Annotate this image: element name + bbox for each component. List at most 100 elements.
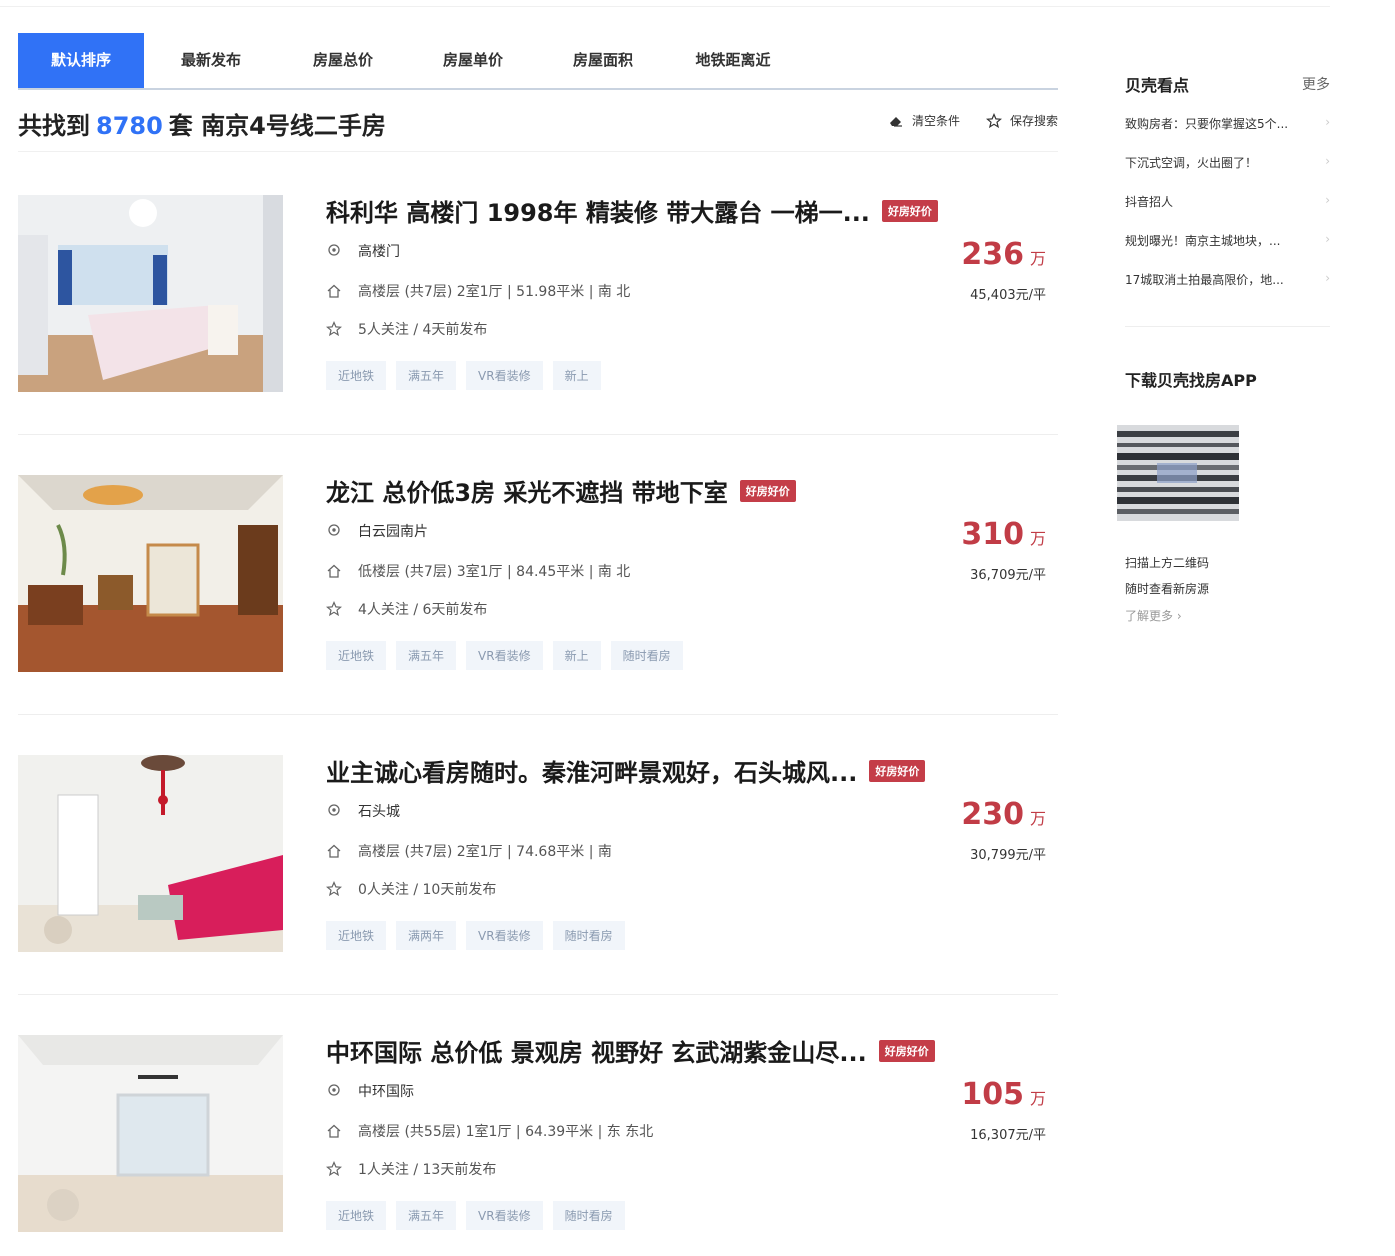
good-price-badge: 好房好价 xyxy=(881,199,938,222)
news-more-link[interactable]: 更多 xyxy=(1302,74,1330,94)
clear-filters-label: 清空条件 xyxy=(911,114,960,128)
listing-follow-info: 0人关注 / 10天前发布 xyxy=(326,879,496,899)
listing-title[interactable]: 龙江 总价低3房 采光不遮挡 带地下室 xyxy=(326,473,728,508)
result-prefix: 共找到 xyxy=(18,112,90,140)
listing-follow-info: 5人关注 / 4天前发布 xyxy=(326,319,487,339)
listing-tag: VR看装修 xyxy=(466,641,543,670)
star-icon xyxy=(326,321,342,337)
news-item[interactable]: 规划曝光！南京主城地块，... › xyxy=(1125,232,1330,249)
follow-info-text: 4人关注 / 6天前发布 xyxy=(358,602,488,618)
location-name[interactable]: 中环国际 xyxy=(358,1081,414,1101)
sidebar-divider xyxy=(1125,326,1330,327)
news-item-text: 17城取消土拍最高限价，地... xyxy=(1125,273,1284,287)
house-info-text: 高楼层 (共55层) 1室1厅 | 64.39平米 | 东 东北 xyxy=(358,1124,654,1140)
news-item[interactable]: 17城取消土拍最高限价，地... › xyxy=(1125,271,1330,288)
star-icon xyxy=(985,112,1002,128)
tab-newest[interactable]: 最新发布 xyxy=(144,33,278,88)
listing-tag: 新上 xyxy=(552,641,601,670)
listing-price: 236 万 45,403元/平 xyxy=(961,237,1046,303)
download-app-title: 下载贝壳找房APP xyxy=(1125,371,1257,390)
star-icon xyxy=(326,1161,342,1177)
location-name[interactable]: 石头城 xyxy=(358,801,400,821)
listing-title[interactable]: 中环国际 总价低 景观房 视野好 玄武湖紫金山尽... xyxy=(326,1033,867,1068)
follow-info-text: 1人关注 / 13天前发布 xyxy=(358,1162,497,1178)
unit-price: 45,403元/平 xyxy=(970,288,1046,303)
listing-tags: 近地铁 满两年 VR看装修 随时看房 xyxy=(326,921,625,950)
location-pin-icon xyxy=(328,524,340,536)
star-icon xyxy=(326,601,342,617)
listing-tag: VR看装修 xyxy=(466,361,543,390)
house-info-text: 高楼层 (共7层) 2室1厅 | 51.98平米 | 南 北 xyxy=(358,284,631,300)
listing-tag: 新上 xyxy=(552,361,601,390)
listing-photo[interactable] xyxy=(18,1035,283,1232)
listing-tag: VR看装修 xyxy=(466,1201,543,1230)
location-name[interactable]: 高楼门 xyxy=(358,241,400,261)
listing-tag: 随时看房 xyxy=(552,1201,625,1230)
total-price: 230 xyxy=(961,797,1024,832)
location-name[interactable]: 白云园南片 xyxy=(358,521,428,541)
good-price-badge: 好房好价 xyxy=(878,1039,935,1062)
good-price-badge: 好房好价 xyxy=(739,479,796,502)
price-unit: 万 xyxy=(1029,809,1046,828)
result-count: 8780 xyxy=(96,112,163,140)
house-icon xyxy=(327,1124,341,1138)
listing-tags: 近地铁 满五年 VR看装修 新上 随时看房 xyxy=(326,641,683,670)
listing-house-info: 低楼层 (共7层) 3室1厅 | 84.45平米 | 南 北 xyxy=(326,561,630,581)
result-suffix: 套 南京4号线二手房 xyxy=(168,112,386,140)
empty-room-photo xyxy=(18,1035,283,1232)
listing-photo[interactable] xyxy=(18,475,283,672)
listing-title[interactable]: 业主诚心看房随时。秦淮河畔景观好，石头城风... xyxy=(326,753,857,788)
news-item-text: 下沉式空调，火出圈了！ xyxy=(1125,156,1258,170)
listing-location: 白云园南片 xyxy=(326,521,428,541)
location-pin-icon xyxy=(328,804,340,816)
listing-title-row: 业主诚心看房随时。秦淮河畔景观好，石头城风... 好房好价 xyxy=(326,753,926,788)
total-price: 310 xyxy=(961,517,1024,552)
clear-filters-button[interactable]: 清空条件 xyxy=(888,112,960,129)
tab-total-price[interactable]: 房屋总价 xyxy=(278,33,408,88)
save-search-label: 保存搜索 xyxy=(1009,114,1058,128)
news-header: 贝壳看点 更多 xyxy=(1125,72,1330,96)
listing-house-info: 高楼层 (共55层) 1室1厅 | 64.39平米 | 东 东北 xyxy=(326,1121,653,1141)
listing-tag: 随时看房 xyxy=(552,921,625,950)
location-pin-icon xyxy=(328,244,340,256)
house-info-text: 低楼层 (共7层) 3室1厅 | 84.45平米 | 南 北 xyxy=(358,564,631,580)
listing-tag: 近地铁 xyxy=(326,921,387,950)
tab-default-sort[interactable]: 默认排序 xyxy=(18,33,144,88)
total-price: 105 xyxy=(961,1077,1024,1112)
price-unit: 万 xyxy=(1029,529,1046,548)
qr-instruction-2: 随时查看新房源 xyxy=(1125,582,1210,596)
house-icon xyxy=(327,564,341,578)
tab-subway-distance[interactable]: 地铁距离近 xyxy=(668,33,798,88)
listing-tag: VR看装修 xyxy=(466,921,543,950)
listing-location: 石头城 xyxy=(326,801,400,821)
save-search-button[interactable]: 保存搜索 xyxy=(985,112,1058,129)
news-item[interactable]: 抖音招人 › xyxy=(1125,193,1330,210)
listing-title[interactable]: 科利华 高楼门 1998年 精装修 带大露台 一梯一... xyxy=(326,193,870,228)
listing-tags: 近地铁 满五年 VR看装修 随时看房 xyxy=(326,1201,625,1230)
listing-tag: 随时看房 xyxy=(610,641,683,670)
unit-price: 16,307元/平 xyxy=(970,1128,1046,1143)
listing-price: 310 万 36,709元/平 xyxy=(961,517,1046,583)
listing-tag: 满五年 xyxy=(396,641,457,670)
tab-area[interactable]: 房屋面积 xyxy=(538,33,668,88)
result-header: 共找到 8780 套 南京4号线二手房 清空条件 保存搜索 xyxy=(18,100,1058,152)
news-item[interactable]: 下沉式空调，火出圈了！ › xyxy=(1125,154,1330,171)
unit-price: 36,709元/平 xyxy=(970,568,1046,583)
follow-info-text: 5人关注 / 4天前发布 xyxy=(358,322,488,338)
listing-tag: 满五年 xyxy=(396,1201,457,1230)
listing-item: 中环国际 总价低 景观房 视野好 玄武湖紫金山尽... 好房好价 中环国际 高楼… xyxy=(18,1035,1058,1256)
learn-more-link[interactable]: 了解更多 › xyxy=(1125,607,1182,624)
news-item[interactable]: 致购房者：只要你掌握这5个... › xyxy=(1125,115,1330,132)
listing-house-info: 高楼层 (共7层) 2室1厅 | 51.98平米 | 南 北 xyxy=(326,281,630,301)
chevron-right-icon: › xyxy=(1325,115,1330,129)
listing-photo[interactable] xyxy=(18,755,283,952)
house-icon xyxy=(327,284,341,298)
qr-code xyxy=(1117,425,1239,521)
listing-item: 业主诚心看房随时。秦淮河畔景观好，石头城风... 好房好价 石头城 高楼层 (共… xyxy=(18,755,1058,995)
listing-photo[interactable] xyxy=(18,195,283,392)
tab-unit-price[interactable]: 房屋单价 xyxy=(408,33,538,88)
unit-price: 30,799元/平 xyxy=(970,848,1046,863)
listing-tag: 满两年 xyxy=(396,921,457,950)
eraser-icon xyxy=(889,116,902,127)
listing-house-info: 高楼层 (共7层) 2室1厅 | 74.68平米 | 南 xyxy=(326,841,612,861)
